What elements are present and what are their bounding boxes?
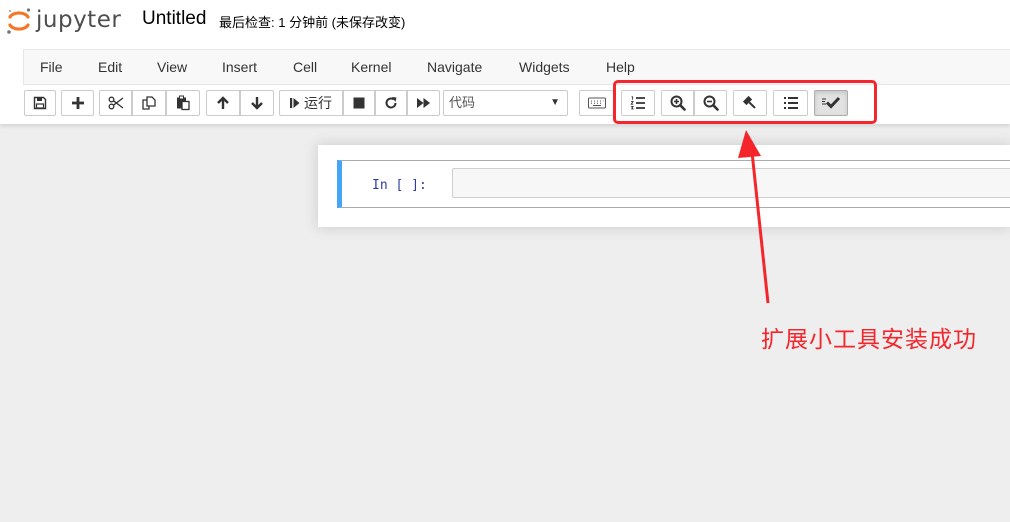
annotation-arrow [738, 130, 770, 304]
annotation-text: 扩展小工具安装成功 [761, 326, 977, 352]
